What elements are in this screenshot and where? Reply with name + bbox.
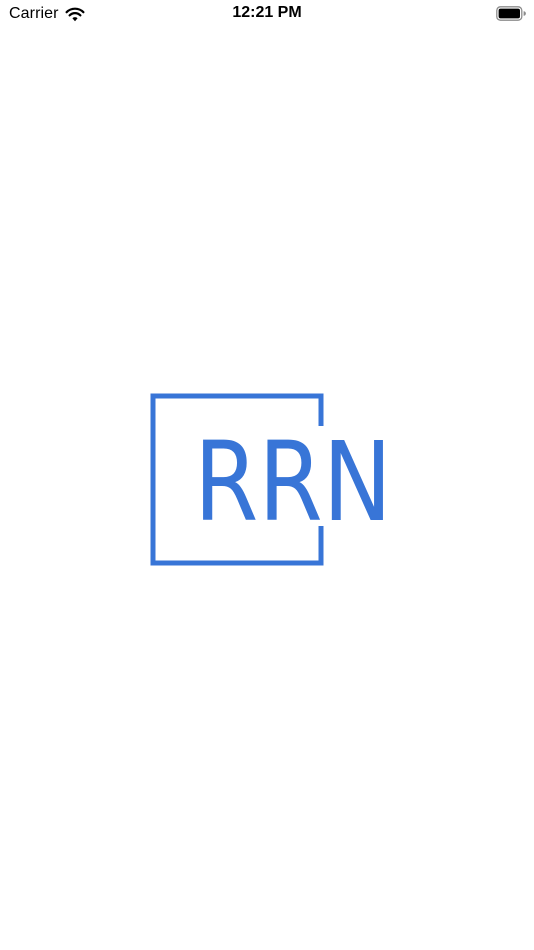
battery-full-icon — [496, 6, 526, 21]
logo-wordmark: RRN — [194, 418, 392, 546]
status-bar: Carrier 12:21 PM — [0, 0, 534, 28]
rrn-logo: RRN — [150, 393, 392, 566]
clock-time: 12:21 PM — [232, 4, 302, 21]
